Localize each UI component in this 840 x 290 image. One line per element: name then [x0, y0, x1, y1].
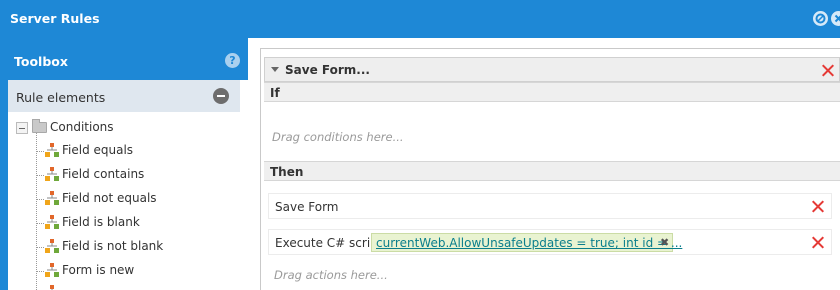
rule-header[interactable]: Save Form... — [264, 57, 840, 82]
rule-element-icon — [45, 191, 59, 205]
tree-branch-line — [36, 175, 44, 176]
tree-item-label: Field is blank — [62, 215, 140, 229]
rule-name: Save Form... — [285, 63, 370, 77]
rule-elements-header[interactable]: Rule elements — [8, 80, 240, 112]
toolbox-body: Rule elements Conditions Field equals Fi… — [8, 80, 248, 290]
tree-branch-line — [36, 247, 44, 248]
toolbox-title: Toolbox — [14, 54, 68, 69]
script-preview-chip[interactable]: currentWeb.AllowUnsafeUpdates = true; in… — [371, 233, 682, 252]
tree-branch-line — [36, 199, 44, 200]
if-section-header: If — [264, 82, 840, 102]
rule-element-icon — [45, 143, 59, 157]
settings-icon[interactable] — [813, 11, 828, 26]
conditions-drop-zone[interactable]: Drag conditions here... — [264, 102, 840, 155]
toolbox-header: Toolbox ? — [8, 44, 248, 80]
rule-element-icon — [45, 263, 59, 277]
then-label: Then — [270, 165, 304, 179]
delete-action-icon[interactable] — [811, 236, 824, 249]
tree-group-label: Conditions — [50, 120, 114, 134]
action-item-save-form[interactable]: Save Form — [268, 193, 832, 219]
rule-elements-tree: Conditions Field equals Field contains F… — [8, 112, 240, 290]
rule-element-icon — [45, 239, 59, 253]
action-label: Save Form — [275, 200, 339, 214]
folder-icon — [32, 119, 47, 133]
delete-action-icon[interactable] — [811, 200, 824, 213]
tree-branch-line — [36, 223, 44, 224]
actions-placeholder: Drag actions here... — [274, 268, 388, 282]
then-section-header: Then — [264, 161, 840, 181]
rule-element-icon — [45, 167, 59, 181]
rule-element-icon — [50, 285, 54, 290]
tree-branch-line — [36, 271, 44, 272]
collapse-caret-icon[interactable] — [271, 67, 279, 72]
tree-item-label: Field is not blank — [62, 239, 164, 253]
actions-drop-zone[interactable]: Drag actions here... — [264, 260, 840, 290]
if-label: If — [270, 86, 280, 100]
tree-item-label: Field contains — [62, 167, 145, 181]
tree-branch-line — [36, 151, 44, 152]
script-preview-link[interactable]: currentWeb.AllowUnsafeUpdates = true; in… — [376, 236, 682, 250]
collapse-icon[interactable] — [213, 88, 229, 104]
action-label: Execute C# script — [275, 236, 383, 250]
tree-item-label: Form is new — [62, 263, 135, 277]
window-titlebar: Server Rules — [0, 0, 840, 38]
remove-script-icon[interactable]: ✖ — [660, 236, 669, 249]
delete-rule-icon[interactable] — [821, 64, 834, 77]
rule-elements-title: Rule elements — [16, 90, 106, 105]
conditions-placeholder: Drag conditions here... — [272, 130, 404, 144]
help-icon[interactable]: ? — [225, 53, 240, 68]
close-icon[interactable] — [831, 11, 840, 26]
toolbox-panel: Toolbox ? Rule elements Conditions Field… — [0, 38, 248, 290]
action-item-execute-script[interactable]: Execute C# script currentWeb.AllowUnsafe… — [268, 229, 832, 255]
tree-item-label: Field not equals — [62, 191, 157, 205]
tree-connector — [36, 130, 37, 290]
tree-item-label: Field equals — [62, 143, 134, 157]
tree-collapse-toggle[interactable] — [16, 122, 28, 134]
rule-element-icon — [45, 215, 59, 229]
window-title: Server Rules — [10, 11, 100, 26]
